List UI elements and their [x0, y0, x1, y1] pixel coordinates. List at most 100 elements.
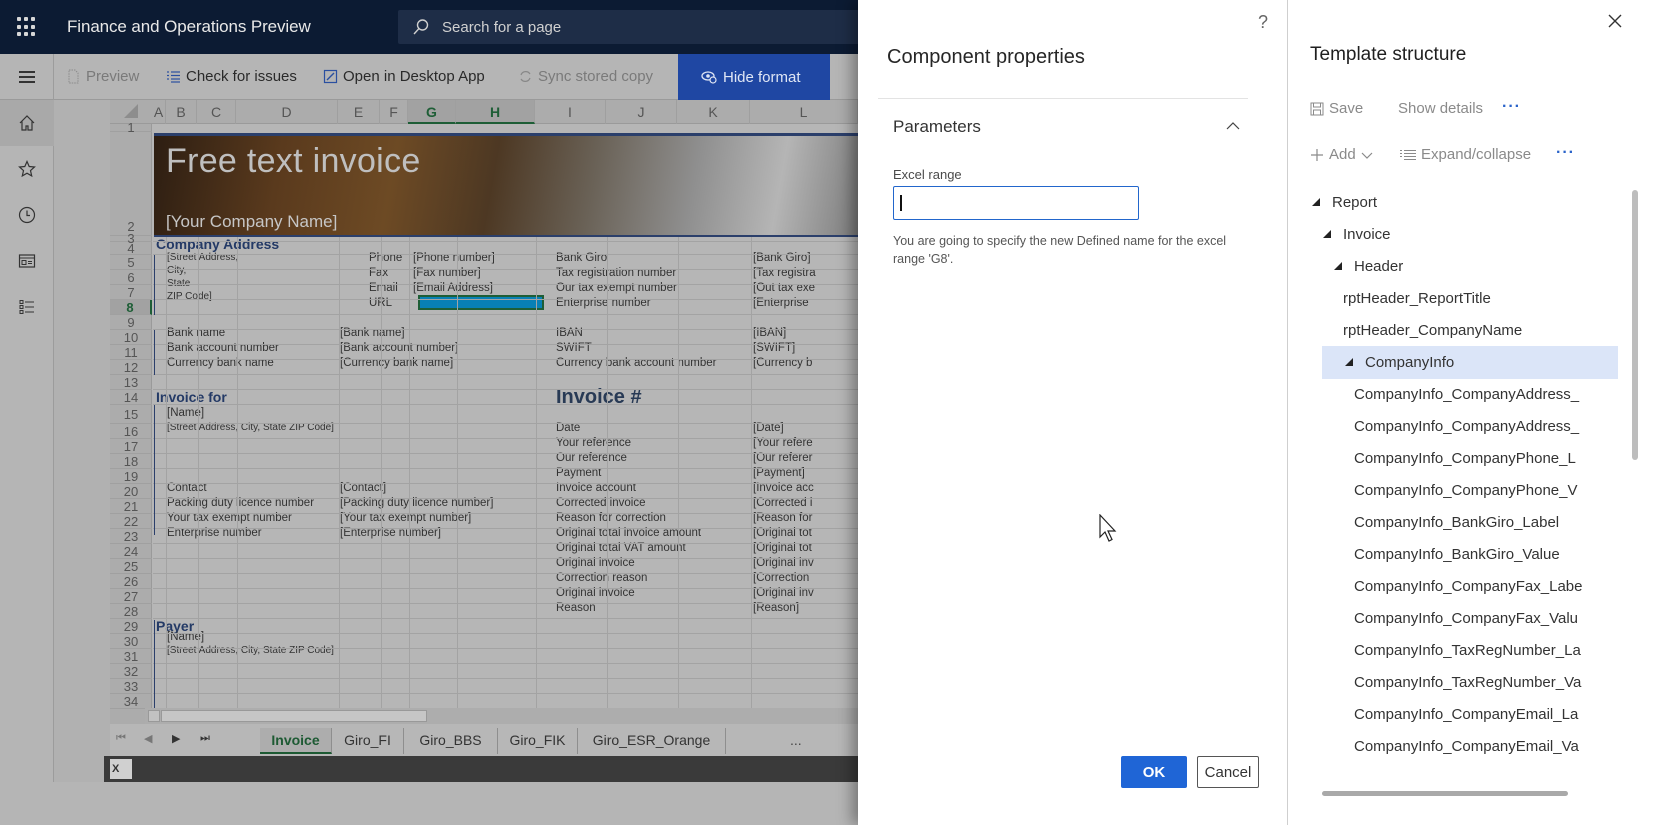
more-options-button-2[interactable]: ··· — [1556, 144, 1575, 162]
hide-format-button[interactable]: Hide format — [678, 54, 830, 100]
nav-recent[interactable] — [0, 192, 54, 238]
scroll-left-arrow[interactable] — [148, 710, 160, 722]
row-header-2[interactable]: 2 — [110, 132, 152, 236]
open-desktop-button[interactable]: Open in Desktop App — [323, 68, 485, 85]
tree-node[interactable]: CompanyInfo_CompanyFax_Labe — [1288, 570, 1618, 603]
sheet-horizontal-scrollbar[interactable] — [145, 708, 858, 724]
row-header-14[interactable]: 14 — [110, 390, 152, 405]
cell-grid[interactable]: Free text invoice [Your Company Name] Co… — [153, 124, 858, 750]
column-header-h[interactable]: H — [456, 100, 535, 124]
row-header-29[interactable]: 29 — [110, 619, 152, 634]
row-header-15[interactable]: 15 — [110, 405, 152, 424]
tree-node[interactable]: CompanyInfo_BankGiro_Label — [1288, 506, 1618, 539]
tree-node[interactable]: CompanyInfo_CompanyEmail_Va — [1288, 730, 1618, 763]
chevron-up-icon[interactable] — [1225, 118, 1241, 134]
nav-favorites[interactable] — [0, 146, 54, 192]
row-header-6[interactable]: 6 — [110, 270, 152, 285]
sheet-tab-invoice[interactable]: Invoice — [260, 728, 332, 754]
tree-node[interactable]: Header — [1288, 250, 1618, 283]
select-all-corner[interactable] — [124, 104, 138, 118]
tree-node[interactable]: Invoice — [1288, 218, 1618, 251]
row-header-31[interactable]: 31 — [110, 649, 152, 664]
nav-workspaces[interactable] — [0, 238, 54, 284]
expand-triangle-icon[interactable] — [1312, 198, 1320, 206]
expand-collapse-button[interactable]: Expand/collapse — [1400, 146, 1531, 163]
more-sheets-button[interactable]: ... — [790, 732, 802, 748]
row-header-32[interactable]: 32 — [110, 664, 152, 679]
row-header-17[interactable]: 17 — [110, 439, 152, 454]
tree-vertical-scrollbar[interactable] — [1632, 190, 1638, 460]
nav-toggle-button[interactable] — [0, 54, 54, 100]
expand-triangle-icon[interactable] — [1345, 358, 1353, 366]
save-button[interactable]: Save — [1310, 100, 1363, 117]
sheet-tab-giro-fi[interactable]: Giro_FI — [332, 728, 404, 754]
tree-node[interactable]: CompanyInfo — [1322, 346, 1618, 379]
tree-node[interactable]: CompanyInfo_TaxRegNumber_Va — [1288, 666, 1618, 699]
preview-button[interactable]: Preview — [66, 68, 139, 85]
column-header-i[interactable]: I — [535, 100, 606, 124]
row-header-28[interactable]: 28 — [110, 604, 152, 619]
tree-node[interactable]: CompanyInfo_TaxRegNumber_La — [1288, 634, 1618, 667]
sheet-tab-giro-esr-orange[interactable]: Giro_ESR_Orange — [578, 728, 726, 754]
selected-cell-g8[interactable] — [418, 295, 544, 310]
row-header-19[interactable]: 19 — [110, 469, 152, 484]
column-header-b[interactable]: B — [166, 100, 197, 124]
payer-address[interactable]: [Street Address, City, State ZIP Code] — [167, 645, 334, 656]
tree-node[interactable]: rptHeader_CompanyName — [1288, 314, 1618, 347]
help-icon[interactable]: ? — [1258, 12, 1268, 33]
ok-button[interactable]: OK — [1121, 756, 1187, 788]
tree-node[interactable]: CompanyInfo_CompanyPhone_L — [1288, 442, 1618, 475]
row-header-9[interactable]: 9 — [110, 315, 152, 330]
show-details-button[interactable]: Show details — [1398, 100, 1483, 117]
tree-node[interactable]: CompanyInfo_CompanyFax_Valu — [1288, 602, 1618, 635]
last-sheet-icon[interactable]: ⏭ — [200, 732, 210, 745]
sheet-tab-giro-bbs[interactable]: Giro_BBS — [404, 728, 498, 754]
row-header-30[interactable]: 30 — [110, 634, 152, 649]
tree-node[interactable]: CompanyInfo_CompanyEmail_La — [1288, 698, 1618, 731]
column-header-e[interactable]: E — [338, 100, 380, 124]
column-header-k[interactable]: K — [677, 100, 750, 124]
tree-node[interactable]: CompanyInfo_BankGiro_Value — [1288, 538, 1618, 571]
search-box[interactable]: Search for a page — [398, 10, 858, 44]
app-launcher-icon[interactable] — [17, 17, 37, 37]
nav-modules[interactable] — [0, 284, 54, 330]
add-button[interactable]: Add — [1310, 146, 1373, 163]
row-header-18[interactable]: 18 — [110, 454, 152, 469]
row-header-22[interactable]: 22 — [110, 514, 152, 529]
sync-copy-button[interactable]: Sync stored copy — [518, 68, 653, 85]
prev-sheet-icon[interactable]: ◀ — [144, 732, 152, 745]
row-header-7[interactable]: 7 — [110, 285, 152, 300]
company-address-heading[interactable]: Company Address — [156, 236, 279, 252]
row-header-23[interactable]: 23 — [110, 529, 152, 544]
tree-node[interactable]: CompanyInfo_CompanyAddress_ — [1288, 410, 1618, 443]
column-header-d[interactable]: D — [236, 100, 338, 124]
next-sheet-icon[interactable]: ▶ — [172, 732, 180, 745]
address-line[interactable]: ZIP Code] — [167, 291, 212, 302]
expand-triangle-icon[interactable] — [1323, 230, 1331, 238]
row-header-4[interactable]: 4 — [110, 242, 152, 255]
row-header-12[interactable]: 12 — [110, 360, 152, 375]
expand-triangle-icon[interactable] — [1334, 262, 1342, 270]
row-header-25[interactable]: 25 — [110, 559, 152, 574]
column-header-l[interactable]: L — [750, 100, 858, 124]
excel-range-input[interactable] — [893, 186, 1139, 220]
row-header-11[interactable]: 11 — [110, 345, 152, 360]
row-header-20[interactable]: 20 — [110, 484, 152, 499]
scroll-thumb[interactable] — [161, 710, 427, 722]
row-header-8[interactable]: 8 — [110, 300, 152, 315]
tree-node[interactable]: CompanyInfo_CompanyAddress_ — [1288, 378, 1618, 411]
column-header-g[interactable]: G — [408, 100, 456, 124]
row-header-13[interactable]: 13 — [110, 375, 152, 390]
first-sheet-icon[interactable]: ⏮ — [116, 732, 126, 745]
tree-node[interactable]: CompanyInfo_CompanyPhone_V — [1288, 474, 1618, 507]
tree-node[interactable]: Report — [1288, 186, 1618, 219]
column-header-j[interactable]: J — [606, 100, 677, 124]
cancel-button[interactable]: Cancel — [1197, 756, 1259, 788]
row-header-33[interactable]: 33 — [110, 679, 152, 694]
tree-horizontal-scrollbar[interactable] — [1322, 791, 1568, 796]
tree-node[interactable]: rptHeader_ReportTitle — [1288, 282, 1618, 315]
address-line[interactable]: City, — [167, 265, 186, 276]
column-header-c[interactable]: C — [197, 100, 236, 124]
close-icon[interactable] — [1606, 12, 1624, 30]
row-header-1[interactable]: 1 — [110, 121, 152, 134]
